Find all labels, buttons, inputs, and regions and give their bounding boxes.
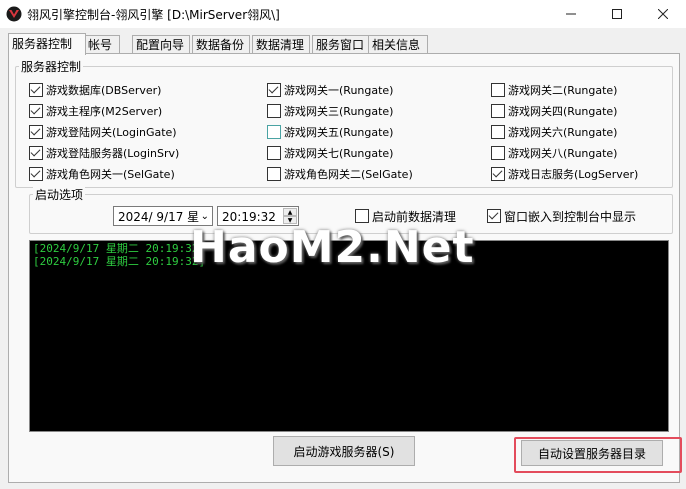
checkbox-box [491, 125, 505, 139]
checkbox-box [29, 83, 43, 97]
checkbox-box [29, 104, 43, 118]
checkbox-label: 游戏角色网关一(SelGate) [46, 168, 175, 181]
checkbox-label: 游戏角色网关二(SelGate) [284, 168, 413, 181]
checkbox-label: 游戏主程序(M2Server) [46, 105, 163, 118]
checkbox-m2server[interactable]: 游戏主程序(M2Server) [29, 103, 162, 119]
checkbox-label: 游戏网关一(Rungate) [284, 84, 394, 97]
tab-related-info[interactable]: 相关信息 [368, 35, 428, 54]
checkbox-box [267, 125, 281, 139]
checkbox-box [487, 209, 501, 223]
checkbox-box [491, 167, 505, 181]
checkbox-rungate-4[interactable]: 游戏网关四(Rungate) [491, 103, 617, 119]
app-logo-icon [6, 6, 22, 22]
minimize-button[interactable] [548, 0, 594, 28]
maximize-button[interactable] [594, 0, 640, 28]
checkbox-label: 游戏网关二(Rungate) [508, 84, 618, 97]
tab-service-window[interactable]: 服务窗口 [312, 35, 370, 54]
checkbox-rungate-5[interactable]: 游戏网关五(Rungate) [267, 124, 393, 140]
checkbox-box [355, 209, 369, 223]
checkbox-rungate-6[interactable]: 游戏网关六(Rungate) [491, 124, 617, 140]
checkbox-label: 游戏网关七(Rungate) [284, 147, 394, 160]
checkbox-dbserver[interactable]: 游戏数据库(DBServer) [29, 82, 161, 98]
close-button[interactable] [640, 0, 686, 28]
title-bar: 翎风引擎控制台-翎风引擎 [D:\MirServer翎风\] [0, 0, 686, 28]
checkbox-label: 游戏网关八(Rungate) [508, 147, 618, 160]
checkbox-selgate-2[interactable]: 游戏角色网关二(SelGate) [267, 166, 413, 182]
checkbox-label: 游戏登陆网关(LoginGate) [46, 126, 177, 139]
checkbox-label: 窗口嵌入到控制台中显示 [504, 209, 637, 224]
tab-server-control[interactable]: 服务器控制 [8, 33, 86, 55]
watermark: HaoM2.Net [190, 222, 475, 273]
checkbox-box [267, 104, 281, 118]
checkbox-selgate-1[interactable]: 游戏角色网关一(SelGate) [29, 166, 175, 182]
checkbox-label: 游戏网关六(Rungate) [508, 126, 618, 139]
checkbox-rungate-7[interactable]: 游戏网关七(Rungate) [267, 145, 393, 161]
tab-account[interactable]: 帐号 [84, 35, 120, 54]
minimize-icon [566, 13, 576, 15]
checkbox-rungate-2[interactable]: 游戏网关二(Rungate) [491, 82, 617, 98]
checkbox-box [491, 104, 505, 118]
tab-data-clean[interactable]: 数据清理 [252, 35, 310, 54]
checkbox-label: 游戏登陆服务器(LoginSrv) [46, 147, 180, 160]
checkbox-label: 游戏网关四(Rungate) [508, 105, 618, 118]
checkbox-box [29, 167, 43, 181]
checkbox-logingate[interactable]: 游戏登陆网关(LoginGate) [29, 124, 177, 140]
checkbox-logserver[interactable]: 游戏日志服务(LogServer) [491, 166, 638, 182]
tab-config-wizard[interactable]: 配置向导 [132, 35, 190, 54]
window-title: 翎风引擎控制台-翎风引擎 [D:\MirServer翎风\] [27, 8, 280, 22]
spin-up-icon[interactable]: ▲ [283, 208, 297, 216]
checkbox-box [491, 146, 505, 160]
checkbox-box [267, 167, 281, 181]
checkbox-rungate-1[interactable]: 游戏网关一(Rungate) [267, 82, 393, 98]
checkbox-label: 游戏网关三(Rungate) [284, 105, 394, 118]
checkbox-rungate-3[interactable]: 游戏网关三(Rungate) [267, 103, 393, 119]
startup-options-group-label: 启动选项 [33, 186, 86, 203]
checkbox-rungate-8[interactable]: 游戏网关八(Rungate) [491, 145, 617, 161]
checkbox-box [491, 83, 505, 97]
highlight-box [514, 437, 682, 473]
maximize-icon [612, 9, 622, 19]
close-icon [658, 9, 668, 19]
checkbox-box [267, 146, 281, 160]
checkbox-label: 游戏日志服务(LogServer) [508, 168, 639, 181]
tab-data-backup[interactable]: 数据备份 [192, 35, 250, 54]
server-control-group-label: 服务器控制 [19, 58, 84, 75]
checkbox-box [29, 146, 43, 160]
checkbox-label: 游戏网关五(Rungate) [284, 126, 394, 139]
checkbox-box [29, 125, 43, 139]
start-date-value: 2024/ 9/17 星 [118, 210, 200, 224]
checkbox-box [267, 83, 281, 97]
checkbox-label: 游戏数据库(DBServer) [46, 84, 162, 97]
checkbox-embed-window[interactable]: 窗口嵌入到控制台中显示 [487, 208, 636, 224]
start-game-server-button[interactable]: 启动游戏服务器(S) [273, 436, 415, 466]
checkbox-loginsrv[interactable]: 游戏登陆服务器(LoginSrv) [29, 145, 179, 161]
